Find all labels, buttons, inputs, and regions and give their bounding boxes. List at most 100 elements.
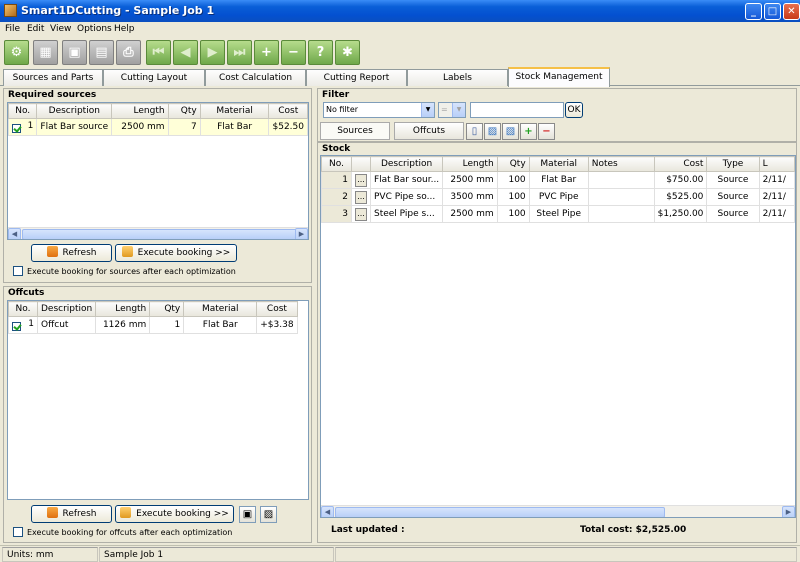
column-header-description[interactable]: Description: [36, 103, 113, 119]
auto-book-sources-option[interactable]: Execute booking for sources after each o…: [13, 266, 236, 276]
row-details-button[interactable]: ...: [354, 173, 367, 187]
row-checkbox[interactable]: [12, 322, 21, 331]
tab-cutting-layout[interactable]: Cutting Layout: [103, 69, 205, 86]
auto-book-offcuts-checkbox[interactable]: [13, 527, 23, 537]
column-header-length[interactable]: Length: [111, 103, 169, 119]
cell-cost: $52.50: [268, 118, 308, 136]
row-checkbox[interactable]: [12, 124, 21, 133]
export-icon: ▧: [505, 126, 516, 137]
scroll-left-icon[interactable]: ◀: [8, 228, 21, 239]
import-button[interactable]: ▨: [484, 123, 501, 140]
column-header-type[interactable]: Type: [706, 156, 760, 172]
menu-view[interactable]: View: [50, 24, 71, 34]
add-button[interactable]: +: [254, 40, 279, 65]
required-sources-panel: Required sources No. Description Length …: [3, 88, 312, 283]
filter-title: Filter: [322, 90, 350, 100]
close-button[interactable]: ✕: [783, 3, 800, 20]
refresh-sources-button[interactable]: Refresh: [31, 244, 112, 262]
image-icon: ▨: [263, 509, 274, 520]
column-header-length[interactable]: Length: [442, 156, 498, 172]
column-header-last-updated[interactable]: L: [758, 156, 795, 172]
menu-options[interactable]: Options: [77, 24, 112, 34]
column-header-details[interactable]: [350, 156, 371, 172]
cell-notes: [587, 188, 655, 206]
menu-file[interactable]: File: [5, 24, 20, 34]
column-header-no[interactable]: No.: [8, 301, 38, 317]
tab-cost-calculation[interactable]: Cost Calculation: [205, 69, 306, 86]
scroll-right-icon[interactable]: ▶: [782, 506, 795, 517]
column-header-qty[interactable]: Qty: [167, 103, 201, 119]
open-button[interactable]: ▤: [89, 40, 114, 65]
next-icon: ▶: [207, 45, 218, 60]
column-header-cost[interactable]: Cost: [653, 156, 708, 172]
add-stock-button[interactable]: +: [520, 123, 537, 140]
tab-stock-management[interactable]: Stock Management: [508, 67, 610, 87]
last-button[interactable]: ⏭: [227, 40, 252, 65]
tab-sources-and-parts[interactable]: Sources and Parts: [3, 69, 103, 86]
filter-field-select[interactable]: No filter ▼: [323, 102, 435, 118]
refresh-offcuts-button[interactable]: Refresh: [31, 505, 112, 523]
column-header-material[interactable]: Material: [183, 301, 258, 317]
table-row[interactable]: 1 ... Flat Bar sour... 2500 mm 100 Flat …: [321, 171, 795, 189]
column-header-description[interactable]: Description: [36, 301, 97, 317]
tab-sources[interactable]: Sources: [320, 122, 390, 140]
tab-offcuts[interactable]: Offcuts: [394, 122, 464, 140]
column-header-material[interactable]: Material: [528, 156, 589, 172]
tab-labels[interactable]: Labels: [407, 69, 508, 86]
optimize-button[interactable]: ⚙: [4, 40, 29, 65]
previous-button[interactable]: ◀: [173, 40, 198, 65]
menu-bar: File Edit View Options Help: [0, 22, 800, 38]
refresh-offcuts-icon-button[interactable]: ▨: [260, 506, 277, 523]
maximize-button[interactable]: □: [764, 3, 781, 20]
layout-button[interactable]: ▦: [33, 40, 58, 65]
scroll-right-icon[interactable]: ▶: [295, 228, 308, 239]
scroll-left-icon[interactable]: ◀: [321, 506, 334, 517]
table-row[interactable]: 2 ... PVC Pipe so... 3500 mm 100 PVC Pip…: [321, 188, 795, 206]
row-details-button[interactable]: ...: [354, 207, 367, 221]
export-button[interactable]: ▧: [502, 123, 519, 140]
minimize-button[interactable]: _: [745, 3, 762, 20]
required-sources-hscroll[interactable]: ◀ ▶: [8, 227, 308, 239]
new-document-button[interactable]: ▯: [466, 123, 483, 140]
execute-booking-offcuts-button[interactable]: Execute booking >>: [115, 505, 234, 523]
execute-booking-sources-button[interactable]: Execute booking >>: [115, 244, 237, 262]
column-header-no[interactable]: No.: [321, 156, 352, 172]
table-row[interactable]: 1 Offcut 1126 mm 1 Flat Bar +$3.38: [8, 316, 298, 334]
scroll-thumb[interactable]: [22, 229, 298, 239]
menu-help[interactable]: Help: [114, 24, 135, 34]
scroll-thumb[interactable]: [335, 507, 665, 517]
save-offcuts-button[interactable]: ▣: [239, 506, 256, 523]
table-row[interactable]: 3 ... Steel Pipe s... 2500 mm 100 Steel …: [321, 205, 795, 223]
save-button[interactable]: ▣: [62, 40, 87, 65]
cell-qty: 100: [496, 171, 530, 189]
filter-ok-button[interactable]: OK: [565, 102, 583, 118]
stock-hscroll[interactable]: ◀ ▶: [321, 505, 795, 517]
printer-icon: ⎙: [123, 45, 134, 60]
print-button[interactable]: ⎙: [116, 40, 141, 65]
auto-book-offcuts-option[interactable]: Execute booking for offcuts after each o…: [13, 527, 232, 537]
column-header-description[interactable]: Description: [369, 156, 444, 172]
next-button[interactable]: ▶: [200, 40, 225, 65]
menu-edit[interactable]: Edit: [27, 24, 44, 34]
remove-button[interactable]: −: [281, 40, 306, 65]
wizard-button[interactable]: ✱: [335, 40, 360, 65]
column-header-cost[interactable]: Cost: [256, 301, 298, 317]
column-header-no[interactable]: No.: [8, 103, 38, 119]
cell-type: Source: [706, 171, 760, 189]
table-row[interactable]: 1 Flat Bar source 2500 mm 7 Flat Bar $52…: [8, 118, 308, 136]
filter-value-input[interactable]: [470, 102, 564, 118]
tab-cutting-report[interactable]: Cutting Report: [306, 69, 407, 86]
row-details-button[interactable]: ...: [354, 190, 367, 204]
column-header-qty[interactable]: Qty: [496, 156, 530, 172]
remove-stock-button[interactable]: −: [538, 123, 555, 140]
first-button[interactable]: ⏮: [146, 40, 171, 65]
help-button[interactable]: ?: [308, 40, 333, 65]
column-header-notes[interactable]: Notes: [587, 156, 655, 172]
column-header-qty[interactable]: Qty: [149, 301, 185, 317]
auto-book-sources-checkbox[interactable]: [13, 266, 23, 276]
cell-length: 2500 mm: [442, 205, 498, 223]
column-header-length[interactable]: Length: [95, 301, 151, 317]
column-header-material[interactable]: Material: [199, 103, 270, 119]
filter-operator-select[interactable]: = ▼: [438, 102, 466, 118]
column-header-cost[interactable]: Cost: [268, 103, 308, 119]
